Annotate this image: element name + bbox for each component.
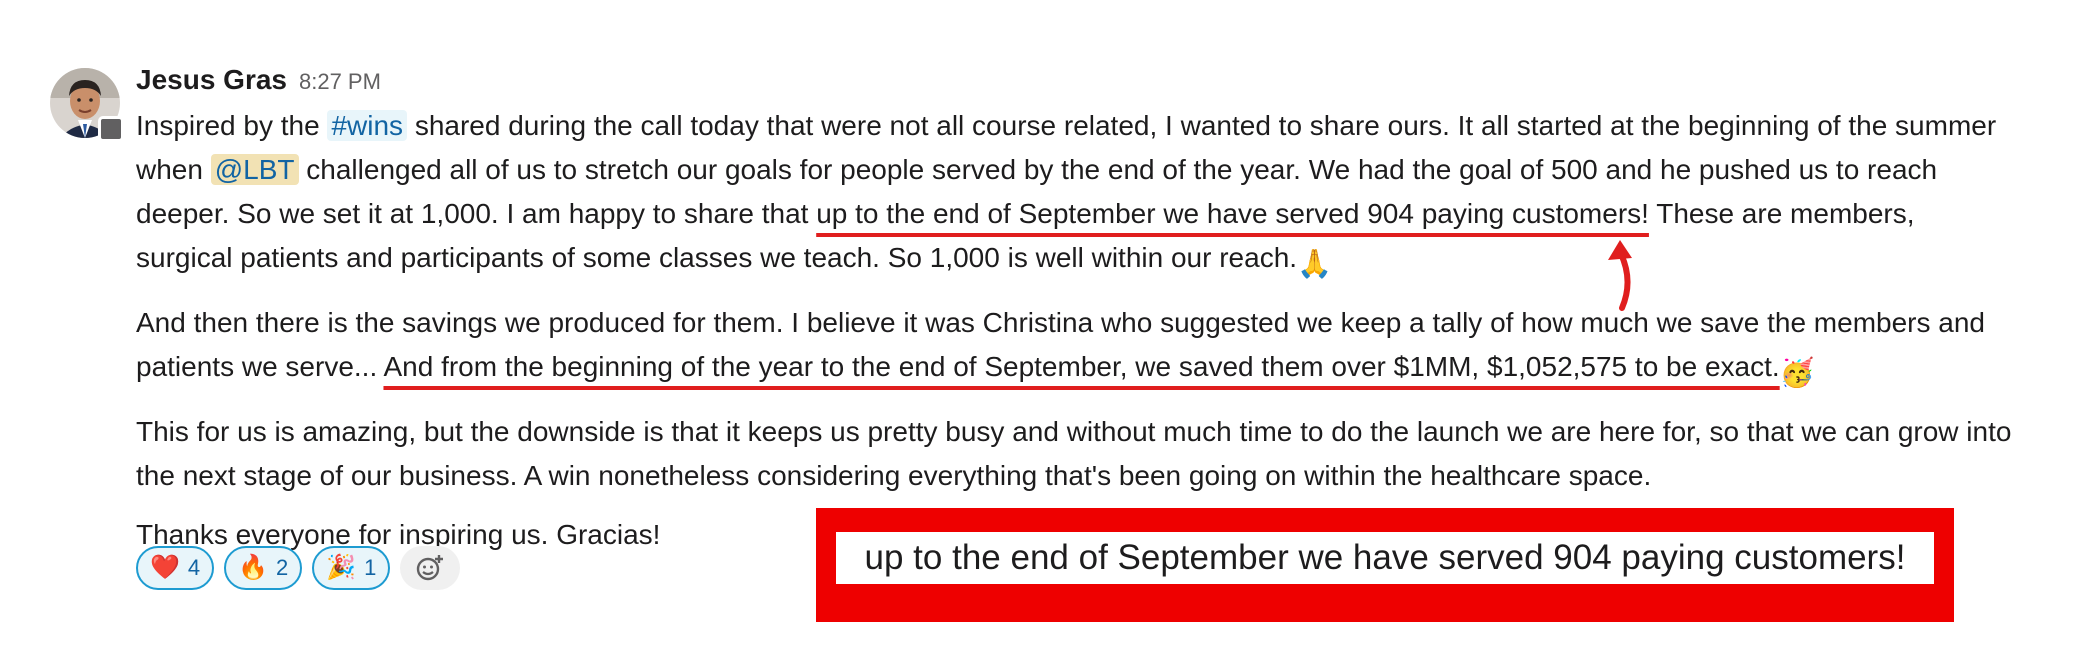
channel-link[interactable]: #wins: [327, 110, 408, 141]
callout-text: up to the end of September we have serve…: [836, 532, 1934, 584]
highlighted-text: And from the beginning of the year to th…: [383, 351, 1780, 382]
timestamp[interactable]: 8:27 PM: [299, 69, 381, 95]
presence-indicator: [98, 116, 124, 142]
fire-icon: 🔥: [238, 554, 269, 581]
party-popper-icon: 🎉: [326, 554, 357, 581]
reaction-count: 4: [187, 555, 201, 580]
reactions-bar: ❤️ 4 🔥 2 🎉 1: [136, 546, 461, 590]
add-emoji-icon: [417, 555, 444, 581]
paragraph-2: And then there is the savings we produce…: [136, 301, 2016, 395]
message-header: Jesus Gras 8:27 PM: [136, 64, 381, 96]
text: Inspired by the: [136, 110, 328, 141]
zoom-callout: up to the end of September we have serve…: [816, 508, 1954, 622]
paragraph-3: This for us is amazing, but the downside…: [136, 416, 2012, 491]
author-name[interactable]: Jesus Gras: [136, 64, 287, 96]
folded-hands-icon: 🙏: [1297, 248, 1332, 279]
reaction-fire[interactable]: 🔥 2: [224, 546, 303, 590]
message-body: Inspired by the #wins shared during the …: [136, 104, 2016, 572]
reaction-count: 2: [276, 555, 289, 580]
partying-face-icon: 🥳: [1779, 357, 1815, 388]
heart-icon: ❤️: [150, 554, 180, 581]
annotation-arrow-icon: [1608, 240, 1632, 311]
reaction-count: 1: [364, 555, 377, 580]
add-reaction-button[interactable]: [400, 546, 461, 590]
highlighted-text: up to the end of September we have serve…: [816, 198, 1649, 229]
paragraph-1: Inspired by the #wins shared during the …: [136, 104, 2016, 286]
reaction-party[interactable]: 🎉 1: [312, 546, 391, 590]
user-mention[interactable]: @LBT: [210, 154, 299, 185]
reaction-heart[interactable]: ❤️ 4: [136, 546, 215, 590]
